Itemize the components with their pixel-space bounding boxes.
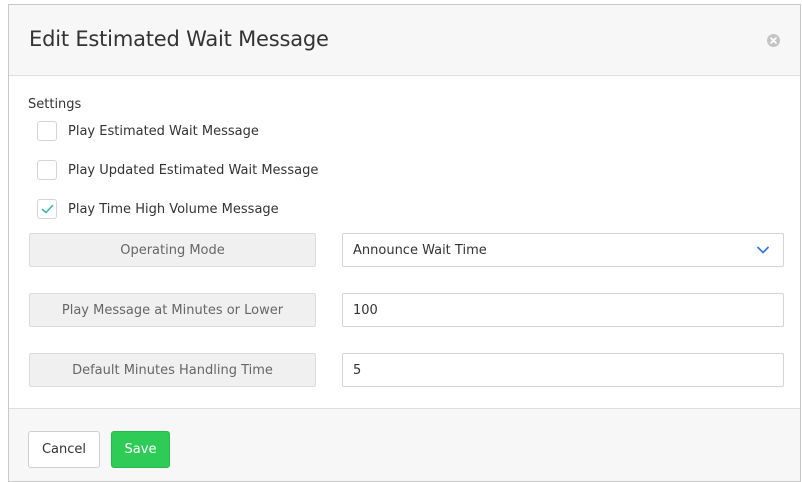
chevron-down-icon (757, 246, 769, 254)
play-message-minutes-label: Play Message at Minutes or Lower (29, 293, 316, 327)
play-estimated-wait-message-checkbox[interactable] (37, 121, 57, 141)
save-button[interactable]: Save (111, 431, 170, 468)
operating-mode-select[interactable]: Announce Wait Time (342, 233, 784, 267)
play-message-minutes-input[interactable] (342, 293, 784, 327)
play-estimated-wait-message-option[interactable]: Play Estimated Wait Message (37, 120, 259, 142)
cancel-button[interactable]: Cancel (28, 431, 100, 468)
play-updated-estimated-wait-message-checkbox[interactable] (37, 160, 57, 180)
edit-estimated-wait-message-dialog: Edit Estimated Wait Message Settings Pla… (8, 4, 801, 482)
close-icon[interactable] (767, 34, 780, 47)
default-minutes-handling-time-label: Default Minutes Handling Time (29, 353, 316, 387)
dialog-title: Edit Estimated Wait Message (29, 27, 329, 51)
play-time-high-volume-message-option[interactable]: Play Time High Volume Message (37, 198, 279, 220)
checkmark-icon (41, 204, 54, 214)
operating-mode-selected-value: Announce Wait Time (353, 243, 487, 258)
dialog-footer: Cancel Save (9, 408, 800, 481)
settings-section-label: Settings (28, 97, 82, 112)
checkbox-label: Play Updated Estimated Wait Message (68, 162, 319, 178)
checkbox-label: Play Estimated Wait Message (68, 123, 259, 139)
dialog-header: Edit Estimated Wait Message (9, 5, 800, 76)
play-time-high-volume-message-checkbox[interactable] (37, 199, 57, 219)
play-updated-estimated-wait-message-option[interactable]: Play Updated Estimated Wait Message (37, 159, 318, 181)
operating-mode-label: Operating Mode (29, 233, 316, 267)
default-minutes-handling-time-input[interactable] (342, 353, 784, 387)
checkbox-label: Play Time High Volume Message (68, 201, 279, 217)
